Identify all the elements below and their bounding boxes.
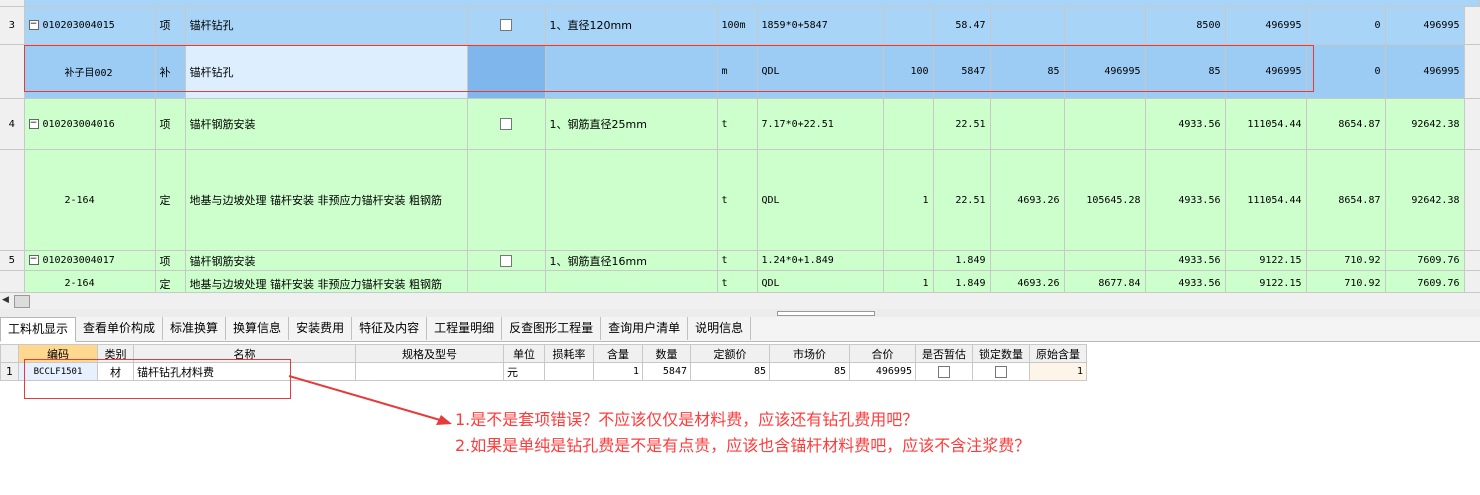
annotation-note-2: 2.如果是单纯是钻孔费是不是有点贵，应该也含锚杆材料费吧，应该不含注浆费？: [455, 436, 1031, 455]
arrow-line: [288, 375, 441, 421]
annotation-note-1: 1.是不是套项错误？不应该仅仅是材料费，应该还有钻孔费用吧？: [455, 410, 919, 429]
